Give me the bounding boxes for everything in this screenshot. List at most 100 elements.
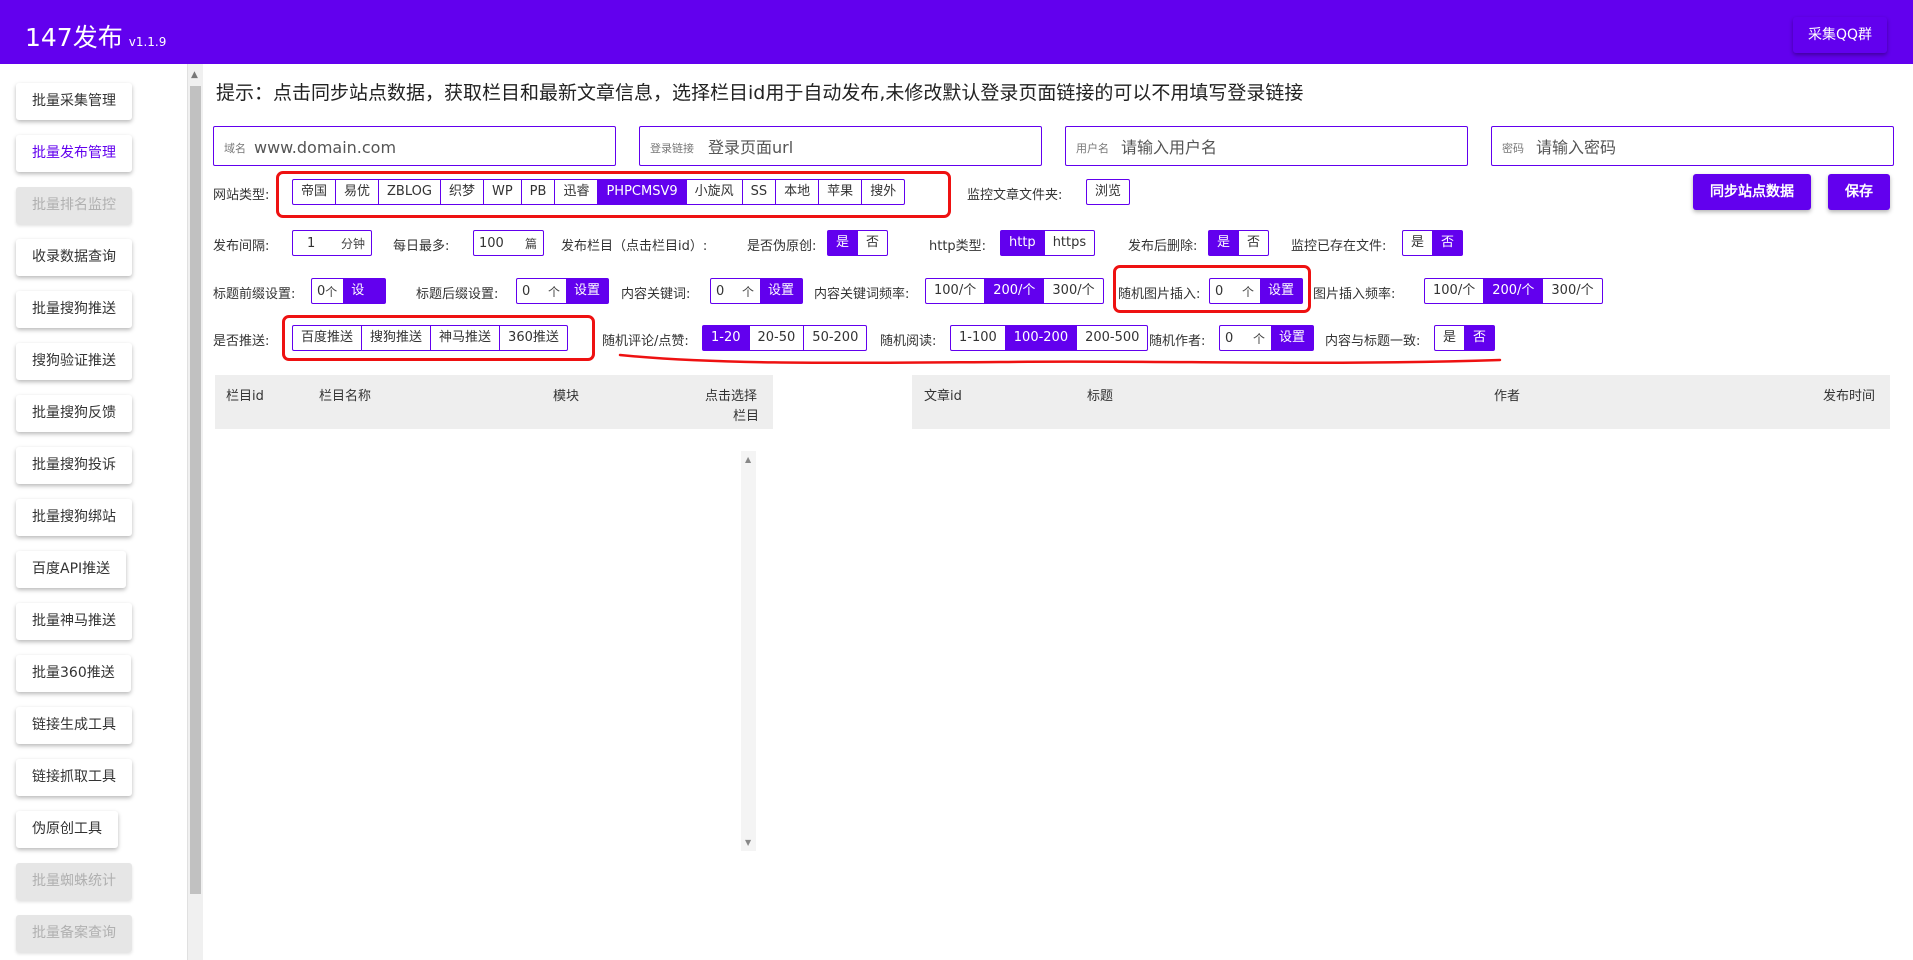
title-suffix-set-button[interactable]: 设置 <box>565 279 608 303</box>
publish-column-label: 发布栏目（点击栏目id）: <box>561 239 708 254</box>
sidebar-item-sogou-bind[interactable]: 批量搜狗绑站 <box>16 499 132 536</box>
pwd-field-wrap: 密码 <box>1491 126 1894 166</box>
publish-time-header: 发布时间 <box>1823 389 1876 404</box>
click-select-header-2: 栏目 <box>733 409 760 424</box>
column-table-header: 栏目id 栏目名称 模块 点击选择 栏目 <box>215 375 773 429</box>
site-type-label: 网站类型: <box>213 188 270 203</box>
login-field-wrap: 登录链接 <box>639 126 1042 166</box>
user-label: 用户名 <box>1076 142 1109 155</box>
title-prefix-value[interactable]: 0 <box>312 284 325 299</box>
column-list-scrollbar[interactable]: ▲ ▼ <box>741 451 756 851</box>
pseudo-no[interactable]: 否 <box>858 231 887 255</box>
keywords-unit: 个 <box>741 284 754 299</box>
daily-max-unit: 篇 <box>524 236 537 251</box>
title-suffix-input: 0 个 设置 <box>516 278 609 304</box>
author-header: 作者 <box>1494 389 1521 404</box>
title-suffix-label: 标题后缀设置: <box>416 287 499 302</box>
browse-group: 浏览 <box>1086 179 1131 205</box>
https-option[interactable]: https <box>1045 231 1094 255</box>
title-prefix-set-button[interactable]: 设置 <box>343 279 385 322</box>
scrollbar-thumb[interactable] <box>190 86 201 894</box>
sidebar: 批量采集管理 批量发布管理 批量排名监控 收录数据查询 批量搜狗推送 搜狗验证推… <box>0 64 188 960</box>
daily-max-label: 每日最多: <box>393 239 450 254</box>
list-scroll-up-icon[interactable]: ▲ <box>745 455 751 464</box>
kw-freq-100[interactable]: 100/个 <box>926 279 986 303</box>
password-input[interactable] <box>1536 135 1886 159</box>
push-label: 是否推送: <box>213 334 270 349</box>
sidebar-item-rank-monitor: 批量排名监控 <box>16 187 132 224</box>
app-version: v1.1.9 <box>128 35 167 49</box>
qq-group-button[interactable]: 采集QQ群 <box>1792 17 1887 53</box>
title-suffix-value[interactable]: 0 <box>517 284 530 299</box>
interval-input[interactable]: 1 分钟 <box>292 230 372 256</box>
img-freq-300[interactable]: 300/个 <box>1543 279 1601 303</box>
sidebar-item-360-push[interactable]: 批量360推送 <box>16 655 131 692</box>
http-option[interactable]: http <box>1001 231 1045 255</box>
column-name-header: 栏目名称 <box>319 389 372 404</box>
click-select-header: 点击选择 <box>705 389 758 404</box>
sidebar-item-index-query[interactable]: 收录数据查询 <box>16 239 132 276</box>
kw-freq-200[interactable]: 200/个 <box>985 279 1045 303</box>
sidebar-item-sogou-push[interactable]: 批量搜狗推送 <box>16 291 132 328</box>
pseudo-label: 是否伪原创: <box>747 239 817 254</box>
keywords-set-button[interactable]: 设置 <box>759 279 802 303</box>
sidebar-item-baidu-api[interactable]: 百度API推送 <box>16 551 127 588</box>
daily-max-value: 100 <box>479 235 504 251</box>
keywords-value[interactable]: 0 <box>711 284 724 299</box>
article-id-header: 文章id <box>924 389 962 404</box>
sidebar-item-link-crawler[interactable]: 链接抓取工具 <box>16 759 132 796</box>
kw-freq-300[interactable]: 300/个 <box>1044 279 1102 303</box>
save-button[interactable]: 保存 <box>1828 174 1890 210</box>
app-title-text: 147发布 <box>25 23 123 52</box>
domain-input[interactable] <box>254 135 604 159</box>
keywords-label: 内容关键词: <box>621 287 691 302</box>
img-freq-label: 图片插入频率: <box>1313 287 1396 302</box>
scroll-up-arrow-icon[interactable]: ▲ <box>191 70 198 80</box>
sidebar-item-sogou-verify[interactable]: 搜狗验证推送 <box>16 343 132 380</box>
app-title: 147发布 v1.1.9 <box>25 18 166 54</box>
username-input[interactable] <box>1121 135 1441 159</box>
daily-max-input[interactable]: 100 篇 <box>473 230 544 256</box>
sidebar-item-shenma-push[interactable]: 批量神马推送 <box>16 603 132 640</box>
sidebar-item-sogou-feedback[interactable]: 批量搜狗反馈 <box>16 395 132 432</box>
monitor-exist-no[interactable]: 否 <box>1433 231 1463 255</box>
delete-after-no[interactable]: 否 <box>1239 231 1268 255</box>
monitor-exist-label: 监控已存在文件: <box>1291 239 1387 254</box>
domain-field-wrap: 域名 <box>213 126 616 166</box>
sidebar-item-spider-stats: 批量蜘蛛统计 <box>16 863 132 900</box>
title-prefix-input: 0 个 设置 <box>311 278 386 322</box>
img-freq-200[interactable]: 200/个 <box>1484 279 1544 303</box>
keywords-input: 0 个 设置 <box>710 278 803 304</box>
list-scroll-down-icon[interactable]: ▼ <box>745 838 751 847</box>
sidebar-item-link-generator[interactable]: 链接生成工具 <box>16 707 132 744</box>
sidebar-item-icp-query: 批量备案查询 <box>16 915 132 952</box>
module-header: 模块 <box>553 389 580 404</box>
sidebar-item-batch-publish[interactable]: 批量发布管理 <box>16 135 132 172</box>
annotation-box-random-image <box>1113 265 1311 313</box>
page-scrollbar[interactable]: ▲ <box>188 64 203 960</box>
user-field-wrap: 用户名 <box>1065 126 1468 166</box>
article-table-header: 文章id 标题 作者 发布时间 <box>912 375 1890 429</box>
sidebar-item-pseudo-tool[interactable]: 伪原创工具 <box>16 811 118 848</box>
annotation-underline <box>618 353 1502 365</box>
sidebar-item-batch-collect[interactable]: 批量采集管理 <box>16 83 132 120</box>
sidebar-item-sogou-complaint[interactable]: 批量搜狗投诉 <box>16 447 132 484</box>
annotation-box-push <box>282 315 595 361</box>
annotation-underline-stroke <box>618 353 1502 365</box>
monitor-exist-yes[interactable]: 是 <box>1403 231 1434 255</box>
pwd-label: 密码 <box>1502 142 1524 155</box>
sync-site-data-button[interactable]: 同步站点数据 <box>1693 174 1811 210</box>
browse-button[interactable]: 浏览 <box>1087 180 1129 204</box>
kw-freq-group: 100/个 200/个 300/个 <box>925 278 1104 304</box>
http-type-toggle: http https <box>1000 230 1096 256</box>
login-url-input[interactable] <box>708 135 1028 159</box>
delete-after-yes[interactable]: 是 <box>1209 231 1240 255</box>
img-freq-group: 100/个 200/个 300/个 <box>1424 278 1603 304</box>
title-prefix-unit: 个 <box>325 284 338 299</box>
delete-after-label: 发布后删除: <box>1128 239 1198 254</box>
login-label: 登录链接 <box>650 142 694 155</box>
img-freq-100[interactable]: 100/个 <box>1425 279 1485 303</box>
pseudo-yes[interactable]: 是 <box>828 231 859 255</box>
delete-after-toggle: 是 否 <box>1208 230 1270 256</box>
interval-label: 发布间隔: <box>213 239 270 254</box>
